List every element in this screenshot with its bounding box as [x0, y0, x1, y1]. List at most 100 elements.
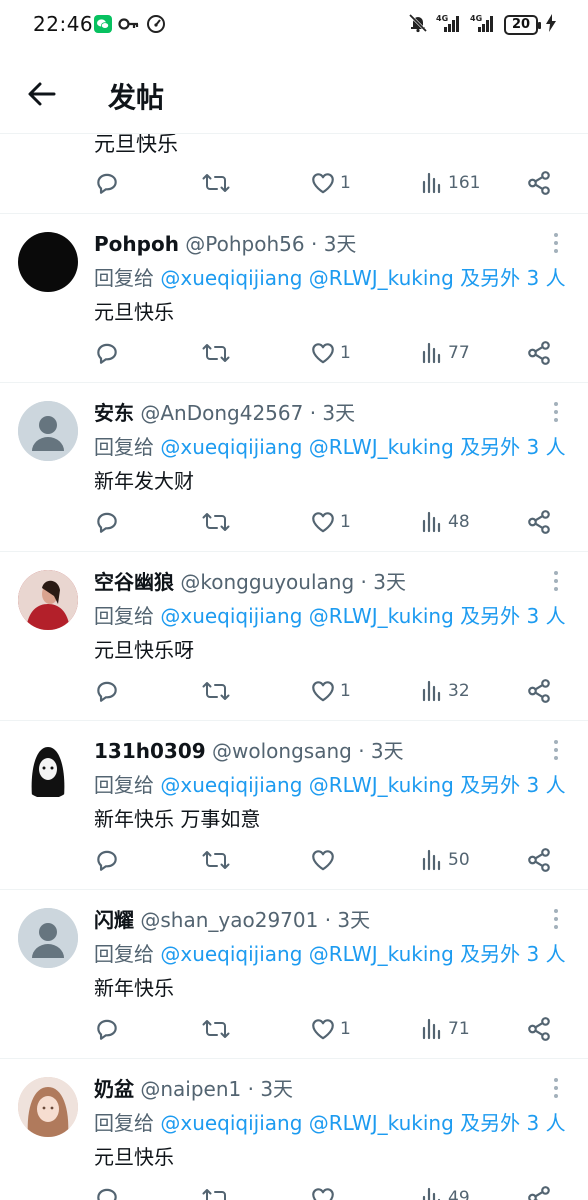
status-bar: 22:46 4G 4G 20 — [0, 0, 588, 50]
reply-button[interactable] — [94, 168, 120, 198]
reply-button[interactable] — [94, 507, 120, 537]
author-name[interactable]: 安东 — [94, 401, 134, 425]
share-button[interactable] — [526, 168, 552, 198]
reply-button[interactable] — [94, 1183, 120, 1200]
like-button[interactable]: 1 — [310, 168, 351, 198]
post-actions: 1 32 — [94, 676, 564, 706]
reply-to-links[interactable]: @xueqiqijiang @RLWJ_kuking 及另外 3 人 — [160, 604, 565, 628]
reply-feed[interactable]: 元旦快乐 1 161 Pohpoh @Pohpoh56 · 3天 回复给 @xu… — [0, 134, 588, 1200]
retweet-icon — [202, 1020, 230, 1038]
reply-to-line: 回复给 @xueqiqijiang @RLWJ_kuking 及另外 3 人 — [94, 769, 566, 798]
retweet-button[interactable] — [202, 168, 230, 198]
retweet-icon — [202, 682, 230, 700]
share-button[interactable] — [526, 1183, 552, 1200]
author-handle[interactable]: @shan_yao29701 — [140, 908, 318, 932]
author-handle[interactable]: @kongguyoulang — [180, 570, 354, 594]
reply-to-links[interactable]: @xueqiqijiang @RLWJ_kuking 及另外 3 人 — [160, 435, 565, 459]
views-button[interactable]: 48 — [420, 507, 470, 537]
author-handle[interactable]: @Pohpoh56 — [185, 232, 304, 256]
author-name[interactable]: Pohpoh — [94, 232, 179, 256]
author-name[interactable]: 奶盆 — [94, 1077, 134, 1101]
post-header: 闪耀 @shan_yao29701 · 3天 — [94, 904, 370, 933]
share-button[interactable] — [526, 845, 552, 875]
retweet-button[interactable] — [202, 507, 230, 537]
views-icon — [422, 680, 441, 702]
avatar[interactable] — [18, 232, 78, 292]
share-icon — [528, 679, 550, 703]
post-time: · 3天 — [310, 232, 357, 256]
like-button[interactable] — [310, 1183, 340, 1200]
reply-to-links[interactable]: @xueqiqijiang @RLWJ_kuking 及另外 3 人 — [160, 1111, 565, 1135]
retweet-button[interactable] — [202, 1183, 230, 1200]
reply-to-links[interactable]: @xueqiqijiang @RLWJ_kuking 及另外 3 人 — [160, 266, 565, 290]
avatar[interactable] — [18, 908, 78, 968]
more-options-button[interactable] — [546, 400, 566, 424]
avatar[interactable] — [18, 1077, 78, 1137]
retweet-button[interactable] — [202, 676, 230, 706]
author-handle[interactable]: @wolongsang — [212, 739, 352, 763]
views-count: 32 — [448, 681, 470, 701]
like-count: 1 — [340, 1019, 351, 1039]
reply-to-links[interactable]: @xueqiqijiang @RLWJ_kuking 及另外 3 人 — [160, 773, 565, 797]
reply-to-prefix: 回复给 — [94, 435, 161, 459]
more-icon — [554, 909, 558, 929]
reply-button[interactable] — [94, 845, 120, 875]
reply-button[interactable] — [94, 338, 120, 368]
author-name[interactable]: 闪耀 — [94, 908, 134, 932]
reply-post[interactable]: 安东 @AnDong42567 · 3天 回复给 @xueqiqijiang @… — [0, 383, 588, 552]
post-header: 安东 @AnDong42567 · 3天 — [94, 397, 355, 426]
post-partial[interactable]: 元旦快乐 1 161 — [0, 134, 588, 214]
reply-icon — [97, 512, 117, 533]
avatar[interactable] — [18, 739, 78, 799]
reply-to-links[interactable]: @xueqiqijiang @RLWJ_kuking 及另外 3 人 — [160, 942, 565, 966]
reply-icon — [97, 1019, 117, 1040]
avatar[interactable] — [18, 570, 78, 630]
views-icon — [422, 511, 441, 533]
author-handle[interactable]: @AnDong42567 — [140, 401, 303, 425]
like-button[interactable]: 1 — [310, 507, 351, 537]
more-options-button[interactable] — [546, 231, 566, 255]
share-button[interactable] — [526, 676, 552, 706]
author-handle[interactable]: @naipen1 — [140, 1077, 241, 1101]
views-button[interactable]: 71 — [420, 1014, 470, 1044]
more-options-button[interactable] — [546, 907, 566, 931]
wechat-icon — [94, 15, 112, 37]
back-button[interactable] — [22, 74, 62, 114]
more-options-button[interactable] — [546, 1076, 566, 1100]
share-button[interactable] — [526, 1014, 552, 1044]
share-button[interactable] — [526, 338, 552, 368]
reply-button[interactable] — [94, 676, 120, 706]
more-options-button[interactable] — [546, 569, 566, 593]
retweet-button[interactable] — [202, 338, 230, 368]
avatar[interactable] — [18, 401, 78, 461]
views-button[interactable]: 50 — [420, 845, 470, 875]
views-button[interactable]: 32 — [420, 676, 470, 706]
retweet-button[interactable] — [202, 1014, 230, 1044]
retweet-icon — [202, 513, 230, 531]
retweet-button[interactable] — [202, 845, 230, 875]
reply-button[interactable] — [94, 1014, 120, 1044]
share-button[interactable] — [526, 507, 552, 537]
like-button[interactable]: 1 — [310, 338, 351, 368]
views-button[interactable]: 77 — [420, 338, 470, 368]
author-name[interactable]: 131h0309 — [94, 739, 206, 763]
reply-post[interactable]: 闪耀 @shan_yao29701 · 3天 回复给 @xueqiqijiang… — [0, 890, 588, 1059]
like-button[interactable]: 1 — [310, 676, 351, 706]
views-button[interactable]: 161 — [420, 168, 480, 198]
reply-post[interactable]: 131h0309 @wolongsang · 3天 回复给 @xueqiqiji… — [0, 721, 588, 890]
more-icon — [554, 402, 558, 422]
status-right-icons: 4G 4G 20 — [408, 13, 556, 37]
like-button[interactable] — [310, 845, 340, 875]
more-options-button[interactable] — [546, 738, 566, 762]
reply-post[interactable]: 奶盆 @naipen1 · 3天 回复给 @xueqiqijiang @RLWJ… — [0, 1059, 588, 1200]
reply-post[interactable]: Pohpoh @Pohpoh56 · 3天 回复给 @xueqiqijiang … — [0, 214, 588, 383]
reply-icon — [97, 343, 117, 364]
reply-post[interactable]: 空谷幽狼 @kongguyoulang · 3天 回复给 @xueqiqijia… — [0, 552, 588, 721]
signal-icon: 4G — [470, 13, 496, 37]
like-icon — [312, 1019, 334, 1040]
author-name[interactable]: 空谷幽狼 — [94, 570, 174, 594]
like-button[interactable]: 1 — [310, 1014, 351, 1044]
reply-to-line: 回复给 @xueqiqijiang @RLWJ_kuking 及另外 3 人 — [94, 262, 566, 291]
reply-to-line: 回复给 @xueqiqijiang @RLWJ_kuking 及另外 3 人 — [94, 938, 566, 967]
views-button[interactable]: 49 — [420, 1183, 470, 1200]
